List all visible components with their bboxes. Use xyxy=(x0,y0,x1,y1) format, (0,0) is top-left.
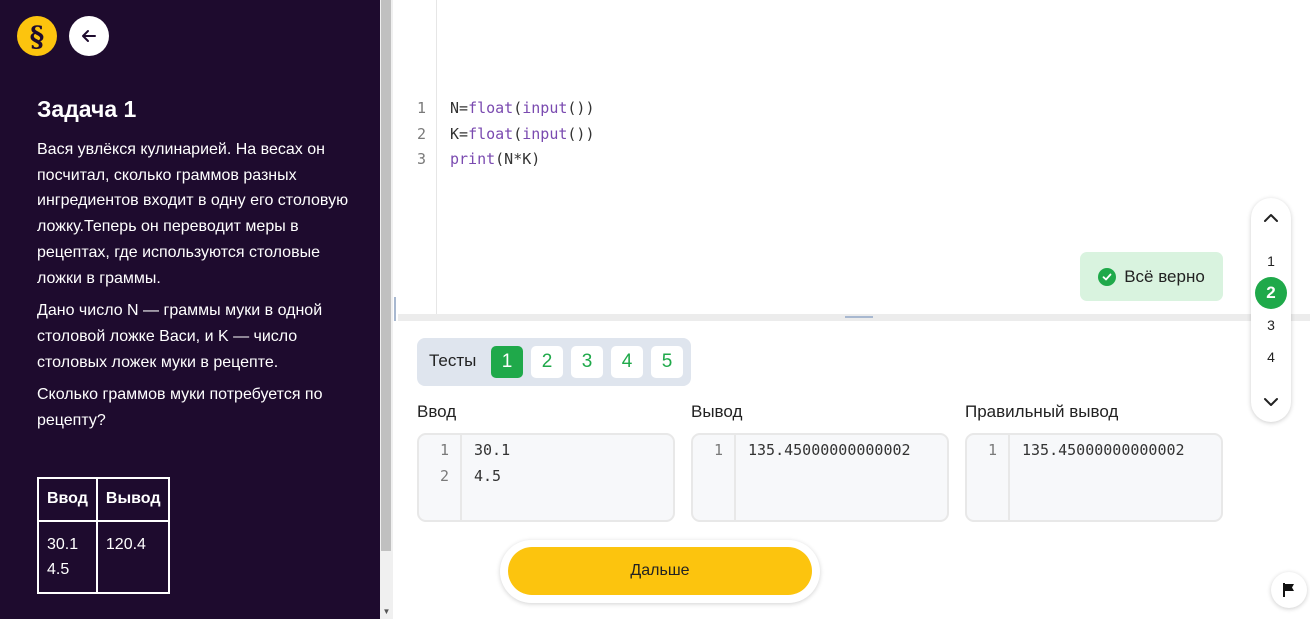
io-line: 1 135.45000000000002 xyxy=(693,437,943,463)
code-token: ( xyxy=(513,99,523,117)
code-token-keyword: print xyxy=(450,150,496,168)
task-navigator: 1 2 3 4 xyxy=(1251,198,1291,422)
line-number: 3 xyxy=(416,150,426,168)
task-paragraph: Сколько граммов муки потребуется по реце… xyxy=(37,386,323,430)
example-header-output: Вывод xyxy=(95,477,171,522)
code-token: ()) xyxy=(567,125,595,143)
code-token-keyword: float xyxy=(468,125,514,143)
task-paragraph: Дано число N — граммы муки в одной столо… xyxy=(37,302,323,371)
io-line: 1 135.45000000000002 xyxy=(967,437,1217,463)
code-token: (N*K) xyxy=(495,150,541,168)
test-tab-2[interactable]: 2 xyxy=(531,346,563,378)
line-number: 1 xyxy=(439,441,449,459)
back-button[interactable] xyxy=(69,16,109,56)
code-line[interactable]: 3 print(N*K) xyxy=(398,147,998,172)
line-number: 1 xyxy=(713,441,723,459)
task-nav-item-3[interactable]: 3 xyxy=(1255,309,1287,341)
line-number: 2 xyxy=(439,467,449,485)
code-text[interactable]: N=float(input()) xyxy=(450,96,595,121)
test-tab-4[interactable]: 4 xyxy=(611,346,643,378)
splitter-handle[interactable] xyxy=(845,316,873,318)
io-line: 1 30.1 xyxy=(419,437,669,463)
code-token: K= xyxy=(450,125,469,143)
io-value: 135.45000000000002 xyxy=(748,441,911,459)
line-number: 1 xyxy=(987,441,997,459)
task-title: Задача 1 xyxy=(37,96,137,122)
example-output-cell: 120.4 xyxy=(95,520,171,594)
task-sidebar: § Задача 1 Вася увлёкся кулинарией. На в… xyxy=(0,0,380,619)
status-text: Всё верно xyxy=(1124,266,1205,286)
test-tab-3[interactable]: 3 xyxy=(571,346,603,378)
arrow-left-icon xyxy=(82,30,96,42)
task-nav-item-2[interactable]: 2 xyxy=(1255,277,1287,309)
task-nav-item-4[interactable]: 4 xyxy=(1255,341,1287,373)
example-input-line: 30.1 xyxy=(47,536,79,553)
code-token-keyword: input xyxy=(522,99,568,117)
task-nav-item-1[interactable]: 1 xyxy=(1255,245,1287,277)
io-value: 30.1 xyxy=(474,441,511,459)
task-description: Вася увлёкся кулинарией. На весах он пос… xyxy=(37,137,362,441)
next-button-container: Дальше xyxy=(500,540,820,603)
logo-icon[interactable]: § xyxy=(17,16,57,56)
code-token-keyword: float xyxy=(468,99,514,117)
io-value: 135.45000000000002 xyxy=(1022,441,1185,459)
input-label: Ввод xyxy=(417,402,457,421)
test-tab-1[interactable]: 1 xyxy=(491,346,523,378)
example-table: Ввод Вывод 30.1 4.5 120.4 xyxy=(37,477,171,594)
expected-output-box: 1 135.45000000000002 xyxy=(965,433,1223,522)
app-root: § Задача 1 Вася увлёкся кулинарией. На в… xyxy=(0,0,1310,619)
chevron-up-icon[interactable] xyxy=(1259,206,1283,230)
output-box: 1 135.45000000000002 xyxy=(691,433,949,522)
line-number: 2 xyxy=(416,125,426,143)
code-token: N= xyxy=(450,99,469,117)
test-tab-5[interactable]: 5 xyxy=(651,346,683,378)
vertical-splitter-handle[interactable] xyxy=(394,297,396,321)
code-token-keyword: input xyxy=(522,125,568,143)
code-text[interactable]: K=float(input()) xyxy=(450,122,595,147)
input-box: 1 30.1 2 4.5 xyxy=(417,433,675,522)
task-paragraph: Вася увлёкся кулинарией. На весах он пос… xyxy=(37,141,349,287)
check-circle-icon xyxy=(1098,267,1117,286)
code-token: ()) xyxy=(567,99,595,117)
code-token: ( xyxy=(513,125,523,143)
sidebar-scrollbar-thumb[interactable] xyxy=(381,0,391,551)
flag-icon xyxy=(1283,583,1294,597)
expected-output-label: Правильный вывод xyxy=(965,402,1119,421)
output-label: Вывод xyxy=(691,402,743,421)
status-badge: Всё верно xyxy=(1080,252,1223,301)
io-value: 4.5 xyxy=(474,467,502,485)
code-line[interactable]: 1 N=float(input()) xyxy=(398,96,998,121)
io-line: 2 4.5 xyxy=(419,463,669,489)
code-text[interactable]: print(N*K) xyxy=(450,147,540,172)
tests-label: Тесты xyxy=(429,351,477,370)
example-input-line: 4.5 xyxy=(47,561,70,578)
example-input-cell: 30.1 4.5 xyxy=(37,520,98,594)
code-line[interactable]: 2 K=float(input()) xyxy=(398,122,998,147)
example-header-input: Ввод xyxy=(37,477,98,522)
tests-bar: Тесты 1 2 3 4 5 xyxy=(417,338,691,386)
next-button[interactable]: Дальше xyxy=(508,547,812,595)
scroll-down-icon[interactable]: ▼ xyxy=(381,606,392,617)
example-output-line: 120.4 xyxy=(105,536,146,553)
chevron-down-icon[interactable] xyxy=(1259,390,1283,414)
report-button[interactable] xyxy=(1271,572,1307,608)
line-number: 1 xyxy=(416,99,426,117)
